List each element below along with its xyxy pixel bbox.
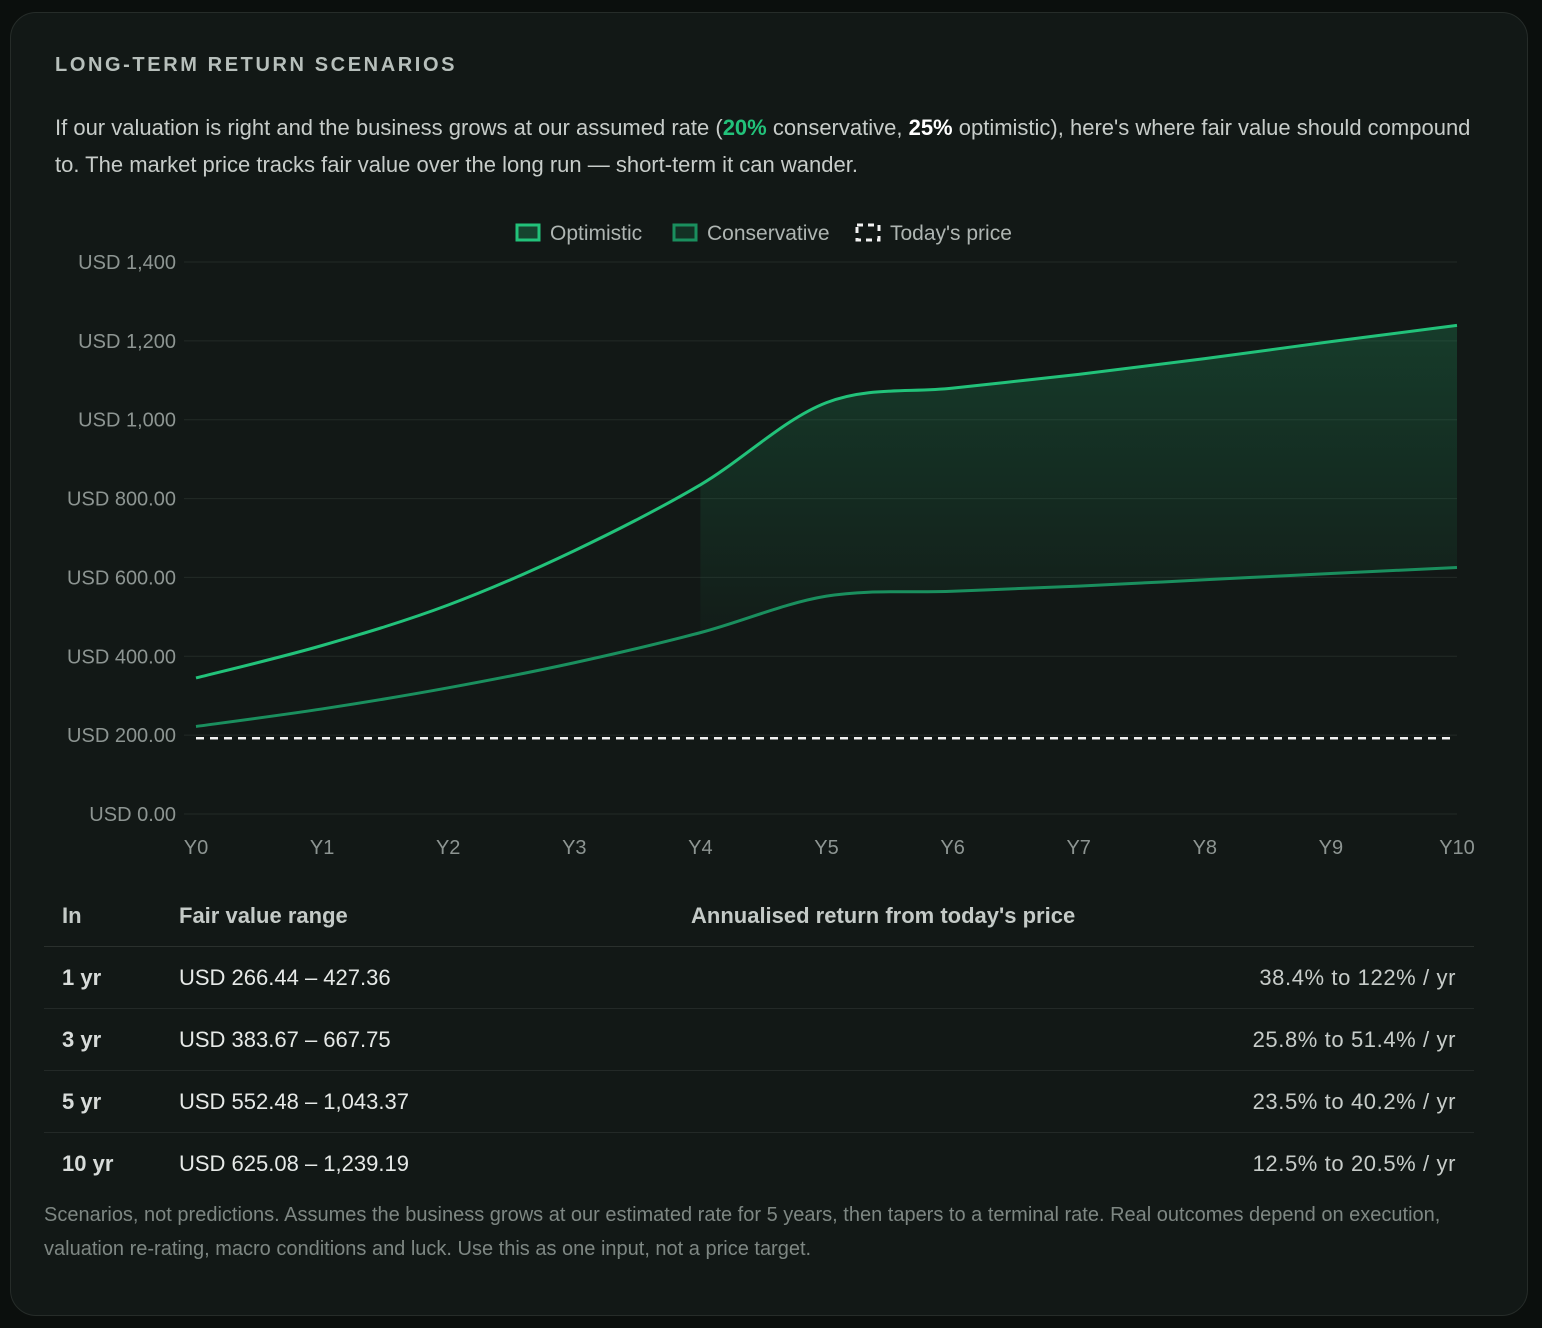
col-header-value: [1187, 886, 1474, 947]
x-tick-label: Y5: [814, 837, 838, 859]
row-spacer: [691, 1008, 1188, 1071]
x-tick-label: Y1: [310, 837, 334, 859]
y-tick-label: USD 600.00: [67, 567, 176, 589]
footnote: Scenarios, not predictions. Assumes the …: [44, 1204, 1441, 1260]
table-row: 1 yr USD 266.44 – 427.36 38.4% to 122% /…: [44, 946, 1474, 1009]
legend-today-price[interactable]: Today's price: [855, 222, 1012, 245]
row-return: 38.4% to 122% / yr: [1187, 946, 1474, 1009]
y-tick-label: USD 800.00: [67, 489, 176, 511]
row-horizon: 3 yr: [44, 1008, 179, 1071]
row-range: USD 383.67 – 667.75: [179, 1008, 691, 1071]
y-tick-label: USD 1,200: [78, 331, 176, 353]
table-row: 5 yr USD 552.48 – 1,043.37 23.5% to 40.2…: [44, 1070, 1474, 1133]
col-header-return: Annualised return from today's price: [691, 886, 1188, 947]
table-header-row: In Fair value range Annualised return fr…: [44, 886, 1474, 947]
legend-swatch: [855, 223, 881, 242]
x-tick-label: Y10: [1439, 837, 1475, 859]
row-range: USD 625.08 – 1,239.19: [179, 1150, 409, 1176]
y-tick-label: USD 1,000: [78, 410, 176, 432]
row-return: 25.8% to 51.4% / yr: [1187, 1008, 1474, 1071]
row-spacer: [691, 1133, 1188, 1195]
legend-swatch: [672, 223, 698, 242]
row-horizon: 10 yr: [62, 1150, 114, 1176]
x-tick-label: Y9: [1319, 837, 1343, 859]
x-tick-label: Y2: [436, 837, 460, 859]
row-horizon: 1 yr: [44, 946, 179, 1009]
y-tick-label: USD 0.00: [89, 804, 176, 826]
row-horizon: 5 yr: [44, 1070, 179, 1133]
row-spacer: [691, 1070, 1188, 1133]
y-tick-label: USD 400.00: [67, 646, 176, 668]
legend-conservative[interactable]: Conservative: [672, 222, 830, 245]
legend-optimistic[interactable]: Optimistic: [515, 222, 642, 245]
row-range: USD 266.44 – 427.36: [179, 946, 691, 1009]
y-tick-label: USD 200.00: [67, 725, 176, 747]
row-spacer: [691, 946, 1188, 1009]
table-row: 3 yr USD 383.67 – 667.75 25.8% to 51.4% …: [44, 1008, 1474, 1071]
x-tick-label: Y0: [184, 837, 208, 859]
x-tick-label: Y6: [940, 837, 964, 859]
x-tick-label: Y8: [1193, 837, 1217, 859]
col-header-range: Fair value range: [179, 886, 691, 947]
fair-value-chart: Optimistic Conservative Today's price USD …: [67, 222, 1475, 859]
legend-swatch: [515, 223, 541, 242]
legend-label: Conservative: [707, 222, 830, 245]
legend-label: Optimistic: [550, 222, 642, 245]
y-tick-label: USD 1,400: [78, 252, 176, 274]
x-tick-label: Y3: [562, 837, 586, 859]
x-tick-label: Y7: [1066, 837, 1090, 859]
row-range: USD 552.48 – 1,043.37: [179, 1070, 691, 1133]
scenario-table: In Fair value range Annualised return fr…: [44, 886, 1474, 1194]
col-header-in: In: [44, 886, 179, 947]
row-return: 23.5% to 40.2% / yr: [1187, 1070, 1474, 1133]
row-return: 12.5% to 20.5% / yr: [1252, 1150, 1456, 1176]
table-row: 10 yr USD 625.08 – 1,239.19 12.5% to 20.…: [44, 1133, 1474, 1195]
x-tick-label: Y4: [688, 837, 712, 859]
legend-label: Today's price: [890, 222, 1012, 245]
